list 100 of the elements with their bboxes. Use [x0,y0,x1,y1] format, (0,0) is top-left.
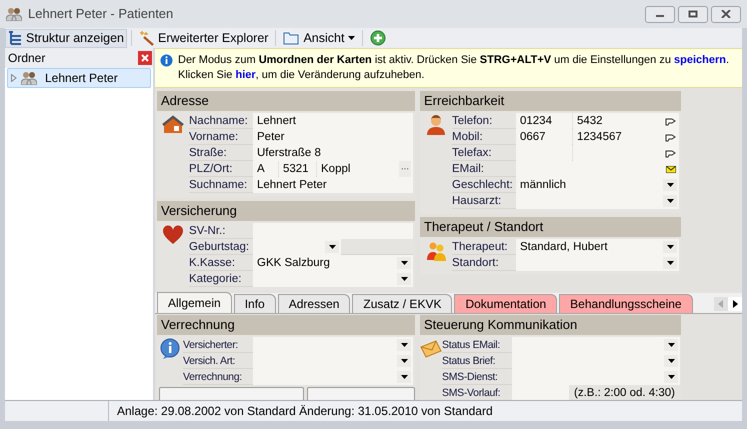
field-value: 1234567 [576,130,623,145]
zip-field[interactable]: 5321 [279,161,316,177]
phone-field[interactable]: 5432 [573,113,679,129]
field-label: Vorname: [189,130,240,144]
browse-button[interactable]: ··· [399,161,411,177]
dropdown-field[interactable] [253,369,413,385]
dropdown-button[interactable] [325,241,339,253]
dropdown-field[interactable] [253,271,413,287]
field-value: Koppl [320,162,352,177]
tab[interactable]: Allgemein [157,292,232,313]
scroll-right-icon[interactable] [728,297,742,311]
tab[interactable]: Adressen [278,294,350,313]
dropdown-button[interactable] [663,195,677,207]
field-label: Standort: [452,256,500,270]
dropdown-button[interactable] [397,273,411,285]
heart-icon [162,224,184,246]
dropdown-field[interactable]: GKK Salzburg [253,255,413,271]
maximize-icon [688,10,698,18]
text-field[interactable]: Lehnert Peter [253,177,413,193]
caret-icon [666,199,674,203]
maximize-button[interactable] [678,6,708,22]
tab[interactable]: Zusatz / EKVK [352,294,452,313]
field-value: Lehnert Peter [256,178,328,193]
link[interactable]: hier [235,69,256,81]
dropdown-field[interactable] [512,337,680,353]
dropdown-field[interactable]: männlich [516,177,679,193]
close-button[interactable] [138,51,152,65]
field-label: PLZ/Ort: [189,162,234,176]
field-label: SMS-Vorlauf: [442,386,502,400]
wand-icon [138,30,154,46]
button[interactable] [159,387,304,400]
card-header: Versicherung [157,201,415,221]
dropdown-button[interactable] [397,339,411,351]
dropdown-button[interactable] [664,371,678,383]
field-label: Telefax: [452,146,493,160]
status-text: Anlage: 29.08.2002 von Standard Änderung: 31.05.2010 von Standard [117,403,493,420]
dropdown-field[interactable] [516,193,679,209]
caret-icon [668,375,675,379]
dropdown-button[interactable] [663,257,677,269]
field-value: Peter [256,130,286,145]
field-label: Geschlecht: [452,178,514,192]
caret-icon [400,343,408,347]
dropdown-button[interactable] [397,257,411,269]
dropdown-field[interactable] [253,337,413,353]
dropdown-field[interactable]: Standard, Hubert [516,239,679,255]
dropdown-button[interactable] [664,339,678,351]
text-field[interactable]: Uferstraße 8 [253,145,413,161]
field-value: Uferstraße 8 [256,146,322,161]
toolbar-button[interactable]: Struktur anzeigen [5,28,127,48]
add-icon[interactable] [370,30,386,46]
envelope-icon[interactable] [666,166,676,172]
info-icon [159,338,181,360]
close-icon [721,10,731,18]
field-label: Verrechnung: [183,370,243,384]
field-label: SV-Nr.: [189,224,226,238]
city-field[interactable]: Koppl ··· [317,161,413,177]
phone-field[interactable]: 1234567 [573,129,679,145]
caret-icon [666,261,674,265]
hint-text: (z.B.: 2:00 od. 4:30) [573,386,676,400]
text-field[interactable]: Lehnert [253,113,413,129]
area-code-field[interactable]: 0667 [516,129,572,145]
text-field[interactable]: Peter [253,129,413,145]
dropdown-field[interactable] [516,255,679,271]
text-field[interactable] [512,384,569,400]
field-label: Status EMail: [442,338,501,352]
card-header: Erreichbarkeit [420,91,681,111]
field-label: Kategorie: [189,272,242,286]
field-value: 01234 [519,114,553,129]
field-value: GKK Salzburg [256,256,331,271]
minimize-button[interactable] [645,6,675,22]
dropdown-button[interactable] [663,179,677,191]
area-code-field[interactable]: 01234 [516,113,572,129]
field-label: EMail: [452,162,485,176]
field-label: Suchname: [189,178,248,192]
text-field[interactable] [253,223,413,239]
expand-icon[interactable] [11,74,17,82]
country-field[interactable]: A [253,161,278,177]
toolbar-button[interactable]: Ansicht [280,28,358,48]
link[interactable]: speichern [674,54,726,66]
tab[interactable]: Info [234,294,276,313]
card-header: Adresse [157,91,415,111]
caret-icon [400,277,408,281]
caret-icon [666,245,674,249]
people-icon [21,71,37,85]
dropdown-button[interactable] [397,355,411,367]
toolbar-button[interactable]: Erweiterter Explorer [136,28,272,48]
tree-item[interactable]: Lehnert Peter [7,68,151,88]
dropdown-button[interactable] [664,355,678,367]
tab[interactable]: Dokumentation [454,294,558,313]
caret-icon [328,245,336,249]
close-button[interactable] [711,6,741,22]
dropdown-field[interactable] [512,369,680,385]
envelope-icon [420,338,442,360]
field-value: A [256,162,266,177]
caret-icon [400,375,408,379]
field-label: Versicherter: [183,338,240,352]
dropdown-button[interactable] [663,241,677,253]
tab[interactable]: Behandlungsscheine [559,294,693,313]
card-header: Therapeut / Standort [420,217,681,237]
dropdown-button[interactable] [397,371,411,383]
